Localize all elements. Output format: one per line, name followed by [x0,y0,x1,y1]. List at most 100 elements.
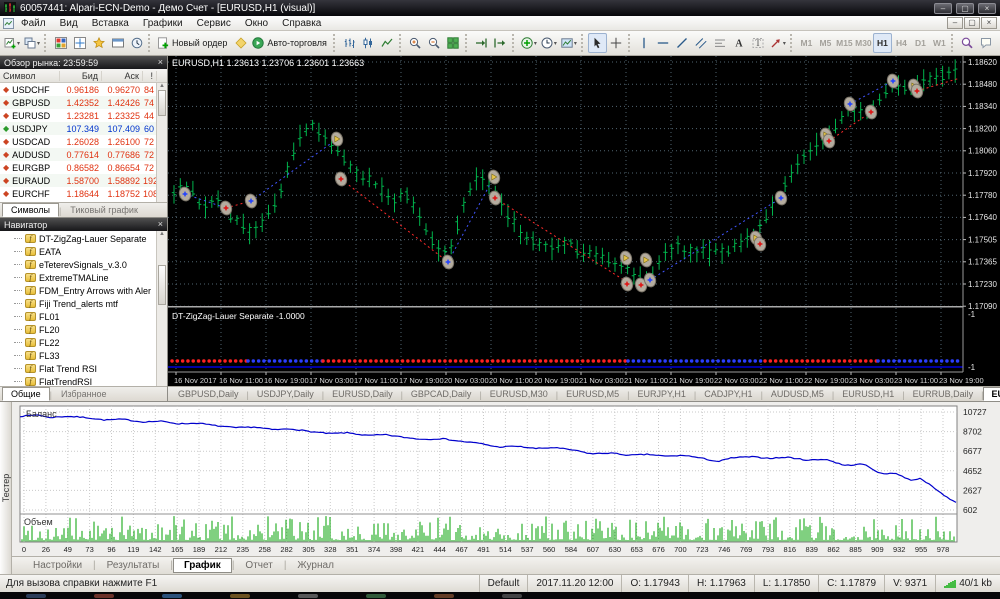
table-row-gbpusd[interactable]: ◆ GBPUSD 1.42352 1.42426 74 [0,96,167,109]
terminal-button[interactable] [108,33,127,53]
list-item-flat-trend-rsi[interactable]: f Flat Trend RSI [0,362,167,375]
price-chart-canvas[interactable]: 1.18620 1.18480 1.18340 1.18200 1.18060 1.179… [168,56,1000,386]
menu-вставка[interactable]: Вставка [85,18,136,29]
tab-настройки[interactable]: Настройки [22,558,93,573]
tab-audusd-m5[interactable]: AUDUSD,M5 [763,387,832,401]
list-item-fl22[interactable]: f FL22 [0,336,167,349]
bars-button[interactable] [340,33,359,53]
market-watch-scrollbar[interactable]: ▲ [156,83,167,202]
list-item-extremetmaline[interactable]: f ExtremeTMALine [0,271,167,284]
fibonacci-button[interactable] [711,33,730,53]
list-item-fl33[interactable]: f FL33 [0,349,167,362]
tf-m15[interactable]: M15 [835,33,854,53]
tab-eurrub-daily[interactable]: EURRUB,Daily [905,387,982,401]
chevron-down-icon[interactable]: ▾ [783,40,786,47]
list-item-fiji-trend-alerts-mtf[interactable]: f Fiji Trend_alerts mtf [0,297,167,310]
tab-тиковый-график[interactable]: Тиковый график [61,203,147,217]
market-watch-close-icon[interactable]: × [158,58,163,67]
tab-результаты[interactable]: Результаты [96,558,171,573]
child-restore-button[interactable]: ▢ [964,17,980,29]
table-row-eurchf[interactable]: ◆ EURCHF 1.18644 1.18752 108 [0,187,167,200]
tab-избранное[interactable]: Избранное [52,387,116,401]
tf-w1[interactable]: W1 [930,33,949,53]
mw-col-1[interactable]: Бид [60,70,102,81]
navigator-button[interactable] [89,33,108,53]
indicators-button[interactable]: ▾ [519,33,539,53]
tab-журнал[interactable]: Журнал [286,558,345,573]
tab-cadjpy-h1[interactable]: CADJPY,H1 [696,387,760,401]
taskbar-app-icon[interactable] [298,593,318,598]
menu-вид[interactable]: Вид [53,18,85,29]
navigator-close-icon[interactable]: × [158,220,163,229]
new-chart-button[interactable]: ▾ [2,33,22,53]
new-order-button[interactable]: Новый ордер [155,33,231,53]
tab-eurusd-m5[interactable]: EURUSD,M5 [558,387,627,401]
windows-taskbar-sliver[interactable] [0,592,1000,599]
scrollbar-thumb[interactable] [158,90,166,116]
taskbar-app-icon[interactable] [434,593,454,598]
arrows-button[interactable]: ▾ [768,33,788,53]
line-chart-button[interactable] [378,33,397,53]
periods-button[interactable]: ▾ [539,33,559,53]
table-row-usdcad[interactable]: ◆ USDCAD 1.26028 1.26100 72 [0,135,167,148]
zoom-out-button[interactable] [425,33,444,53]
list-item-dt-zigzag-lauer-separate[interactable]: f DT-ZigZag-Lauer Separate [0,232,167,245]
navigator-header[interactable]: Навигатор × [0,218,167,231]
menu-файл[interactable]: Файл [14,18,53,29]
metaeditor-button[interactable] [231,33,250,53]
channel-button[interactable] [692,33,711,53]
chevron-down-icon[interactable]: ▾ [17,40,20,47]
tf-h4[interactable]: H4 [892,33,911,53]
child-close-button[interactable]: × [981,17,997,29]
search-button[interactable] [958,33,977,53]
table-row-usdjpy[interactable]: ◆ USDJPY 107.349 107.409 60 [0,122,167,135]
table-row-euraud[interactable]: ◆ EURAUD 1.58700 1.58892 192 [0,174,167,187]
tester-balance-chart[interactable]: 10727 8702 6677 4652 2627 602 0 26 49 73 96 119 142 1… [12,402,999,557]
taskbar-app-icon[interactable] [26,593,46,598]
market-watch-header[interactable]: Обзор рынка: 23:59:59 × [0,56,167,69]
menu-графики[interactable]: Графики [136,18,190,29]
mw-col-0[interactable]: Символ [0,70,60,81]
tf-m5[interactable]: M5 [816,33,835,53]
menu-окно[interactable]: Окно [238,18,275,29]
taskbar-app-icon[interactable] [94,593,114,598]
market-watch-column-headers[interactable]: Символ Бид Аск! [0,69,167,83]
chevron-down-icon[interactable]: ▾ [534,40,537,47]
auto-scroll-button[interactable] [472,33,491,53]
chart-shift-button[interactable] [491,33,510,53]
mw-col-2[interactable]: Аск [102,70,143,81]
chevron-down-icon[interactable]: ▾ [574,40,577,47]
cursor-button[interactable] [587,33,607,53]
taskbar-app-icon[interactable] [366,593,386,598]
list-item-eata[interactable]: f EATA [0,245,167,258]
hline-button[interactable] [654,33,673,53]
strategy-tester-button[interactable] [127,33,146,53]
taskbar-app-icon[interactable] [502,593,522,598]
tab-eurjpy-h1[interactable]: EURJPY,H1 [630,387,694,401]
table-row-eurusd[interactable]: ◆ EURUSD 1.23281 1.23325 44 [0,109,167,122]
vline-button[interactable] [635,33,654,53]
tab-eurusd-m30[interactable]: EURUSD,M30 [482,387,556,401]
taskbar-app-icon[interactable] [162,593,182,598]
chevron-down-icon[interactable]: ▾ [37,40,40,47]
taskbar-app-icon[interactable] [230,593,250,598]
table-row-usdchf[interactable]: ◆ USDCHF 0.96186 0.96270 84 [0,83,167,96]
chat-button[interactable] [977,33,996,53]
table-row-audusd[interactable]: ◆ AUDUSD 0.77614 0.77686 72 [0,148,167,161]
tester-rail[interactable]: Тестер [0,402,12,574]
tab-usdjpy-daily[interactable]: USDJPY,Daily [249,387,322,401]
tf-m30[interactable]: M30 [854,33,873,53]
minimize-button[interactable]: – [934,2,952,14]
tab-eurusd-h1[interactable]: EURUSD,H1 [834,387,902,401]
tf-d1[interactable]: D1 [911,33,930,53]
close-button[interactable]: × [978,2,996,14]
tab-символы[interactable]: Символы [2,203,59,217]
scrollbar-thumb[interactable] [158,265,166,305]
child-minimize-button[interactable]: – [947,17,963,29]
tf-h1[interactable]: H1 [872,33,892,53]
tab-график[interactable]: График [172,558,232,574]
candles-button[interactable] [359,33,378,53]
templates-button[interactable]: ▾ [559,33,579,53]
market-watch-button[interactable] [51,33,70,53]
menu-справка[interactable]: Справка [275,18,328,29]
